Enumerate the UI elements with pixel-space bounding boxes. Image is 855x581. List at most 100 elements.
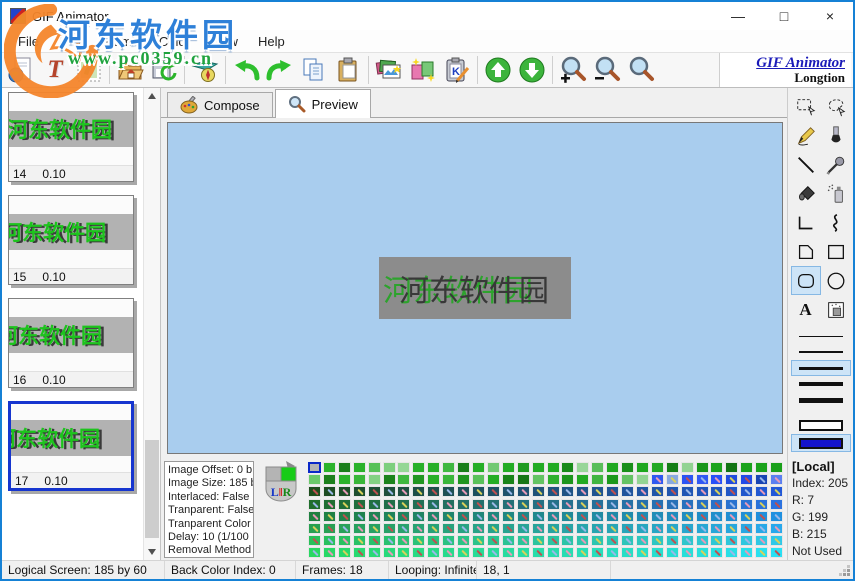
palette-swatch[interactable]	[591, 511, 604, 522]
palette-swatch[interactable]	[397, 511, 410, 522]
menu-item-file[interactable]: File	[8, 32, 49, 51]
palette-swatch[interactable]	[502, 547, 515, 558]
palette-swatch[interactable]	[368, 486, 381, 497]
palette-swatch[interactable]	[412, 462, 425, 473]
palette-swatch[interactable]	[502, 523, 515, 534]
palette-swatch[interactable]	[740, 499, 753, 510]
palette-swatch[interactable]	[666, 499, 679, 510]
palette-swatch[interactable]	[651, 523, 664, 534]
palette-swatch[interactable]	[442, 511, 455, 522]
palette-swatch[interactable]	[666, 511, 679, 522]
palette-swatch[interactable]	[353, 499, 366, 510]
palette-swatch[interactable]	[308, 499, 321, 510]
palette-swatch[interactable]	[502, 499, 515, 510]
palette-swatch[interactable]	[308, 535, 321, 546]
line-width-2[interactable]	[791, 344, 851, 360]
palette-swatch[interactable]	[591, 523, 604, 534]
palette-swatch[interactable]	[710, 474, 723, 485]
frames-scrollbar[interactable]	[143, 88, 160, 560]
palette-swatch[interactable]	[606, 511, 619, 522]
palette-swatch[interactable]	[681, 523, 694, 534]
palette-swatch[interactable]	[353, 462, 366, 473]
resize-grip[interactable]	[847, 573, 850, 576]
palette-swatch[interactable]	[770, 523, 783, 534]
palette-swatch[interactable]	[725, 535, 738, 546]
palette-swatch[interactable]	[621, 486, 634, 497]
palette-swatch[interactable]	[606, 547, 619, 558]
palette-swatch[interactable]	[502, 462, 515, 473]
palette-swatch[interactable]	[472, 486, 485, 497]
palette-swatch[interactable]	[576, 523, 589, 534]
palette-swatch[interactable]	[502, 474, 515, 485]
palette-swatch[interactable]	[755, 474, 768, 485]
palette-swatch[interactable]	[532, 535, 545, 546]
palette-swatch[interactable]	[636, 511, 649, 522]
paste-button[interactable]	[331, 54, 365, 86]
palette-swatch[interactable]	[770, 486, 783, 497]
palette-swatch[interactable]	[606, 523, 619, 534]
palette-swatch[interactable]	[740, 474, 753, 485]
frame-thumbnail[interactable]: 河东软件园170.10	[8, 401, 134, 491]
palette-swatch[interactable]	[442, 462, 455, 473]
palette-swatch[interactable]	[681, 474, 694, 485]
palette-swatch[interactable]	[427, 499, 440, 510]
palette-swatch[interactable]	[606, 462, 619, 473]
palette-swatch[interactable]	[606, 535, 619, 546]
palette-swatch[interactable]	[547, 486, 560, 497]
palette-swatch[interactable]	[338, 499, 351, 510]
menu-item-edit[interactable]: Edit	[49, 32, 91, 51]
palette-swatch[interactable]	[532, 511, 545, 522]
tab-preview[interactable]: Preview	[275, 89, 371, 118]
palette-swatch[interactable]	[591, 547, 604, 558]
palette-swatch[interactable]	[696, 499, 709, 510]
palette-swatch[interactable]	[427, 523, 440, 534]
palette-swatch[interactable]	[681, 462, 694, 473]
palette-swatch[interactable]	[517, 535, 530, 546]
palette-swatch[interactable]	[532, 523, 545, 534]
palette-swatch[interactable]	[308, 547, 321, 558]
palette-swatch[interactable]	[666, 535, 679, 546]
palette-swatch[interactable]	[323, 547, 336, 558]
palette-swatch[interactable]	[457, 462, 470, 473]
palette-swatch[interactable]	[427, 474, 440, 485]
palette-swatch[interactable]	[397, 474, 410, 485]
palette-swatch[interactable]	[636, 535, 649, 546]
palette-swatch[interactable]	[547, 511, 560, 522]
palette-swatch[interactable]	[517, 474, 530, 485]
menu-item-view[interactable]: View	[200, 32, 248, 51]
palette-swatch[interactable]	[740, 462, 753, 473]
palette-swatch[interactable]	[338, 486, 351, 497]
palette-swatch[interactable]	[397, 499, 410, 510]
palette-swatch[interactable]	[338, 523, 351, 534]
frame-thumbnail[interactable]: 河东软件园140.10	[8, 92, 134, 182]
tool-curve[interactable]	[821, 208, 851, 237]
palette-swatch[interactable]	[487, 474, 500, 485]
wizard-button[interactable]	[406, 54, 440, 86]
tool-ellipse[interactable]	[821, 266, 851, 295]
palette-swatch[interactable]	[636, 523, 649, 534]
palette-swatch[interactable]	[576, 547, 589, 558]
palette-swatch[interactable]	[427, 486, 440, 497]
palette-swatch[interactable]	[547, 535, 560, 546]
palette-swatch[interactable]	[666, 547, 679, 558]
palette-swatch[interactable]	[323, 474, 336, 485]
palette-swatch[interactable]	[547, 523, 560, 534]
palette-swatch[interactable]	[561, 499, 574, 510]
palette-swatch[interactable]	[427, 535, 440, 546]
palette-swatch[interactable]	[383, 523, 396, 534]
palette-swatch[interactable]	[442, 535, 455, 546]
zoom-button[interactable]	[624, 54, 658, 86]
palette-swatch[interactable]	[725, 474, 738, 485]
palette-swatch[interactable]	[532, 486, 545, 497]
palette-swatch[interactable]	[606, 486, 619, 497]
minimize-button[interactable]: —	[715, 2, 761, 30]
tool-line[interactable]	[791, 150, 821, 179]
palette-swatch[interactable]	[383, 499, 396, 510]
palette-swatch[interactable]	[487, 499, 500, 510]
palette-swatch[interactable]	[696, 511, 709, 522]
tool-brush[interactable]	[821, 121, 851, 150]
palette-swatch[interactable]	[442, 547, 455, 558]
palette-swatch[interactable]	[323, 486, 336, 497]
palette-swatch[interactable]	[636, 499, 649, 510]
text-button[interactable]: T	[38, 54, 72, 86]
